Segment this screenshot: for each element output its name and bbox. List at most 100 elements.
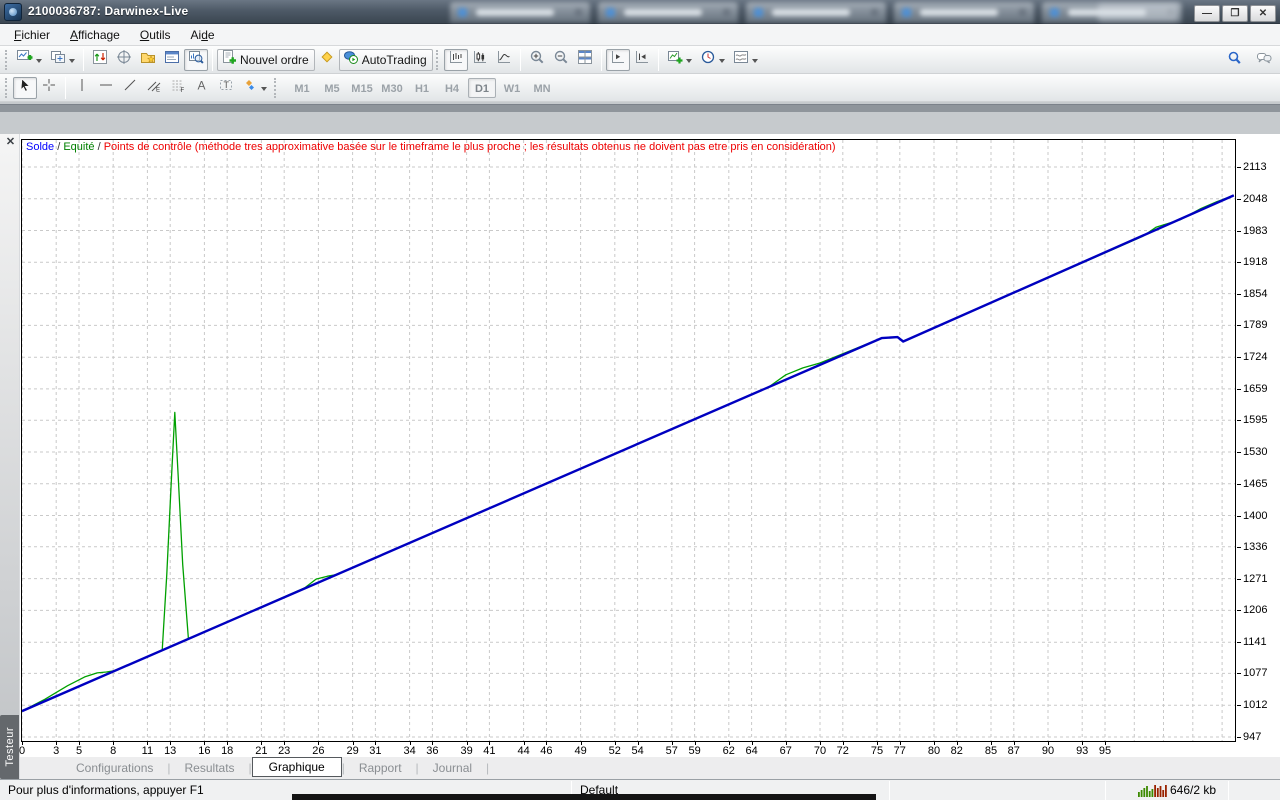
menu-item-outils[interactable]: Outils <box>130 25 181 45</box>
maximize-button[interactable]: ❐ <box>1222 5 1248 22</box>
tester-tab-journal[interactable]: Journal <box>419 759 486 777</box>
timeframe-m15[interactable]: M15 <box>348 78 376 98</box>
tester-vertical-tab[interactable]: Testeur <box>0 715 19 779</box>
shapes-button[interactable] <box>238 77 271 99</box>
close-button[interactable]: ✕ <box>1250 5 1276 22</box>
market-watch-button[interactable] <box>88 49 112 71</box>
status-separator <box>889 781 890 800</box>
toolbar-separator <box>83 49 84 71</box>
strategy-tester-button[interactable] <box>184 49 208 71</box>
toolbar-separator <box>601 49 602 71</box>
tester-tab-configurations[interactable]: Configurations <box>62 759 167 777</box>
chart-shift-button[interactable] <box>630 49 654 71</box>
x-tick-label: 3 <box>53 745 59 757</box>
zoom-out-button[interactable] <box>549 49 573 71</box>
periods-dropdown-icon[interactable] <box>719 59 725 66</box>
x-tick-label: 90 <box>1042 745 1054 757</box>
timeframe-w1[interactable]: W1 <box>498 78 526 98</box>
autotrading-button[interactable]: AutoTrading <box>339 49 433 71</box>
fibonacci-button[interactable]: F <box>166 77 190 99</box>
minimize-button[interactable]: — <box>1194 5 1220 22</box>
legend-entry: Equité <box>63 141 94 153</box>
crosshair-button[interactable] <box>37 77 61 99</box>
new-chart-dropdown-icon[interactable] <box>36 59 42 66</box>
indicators-button[interactable] <box>663 49 696 71</box>
menu-item-aide[interactable]: Aide <box>181 25 225 45</box>
menu-item-affichage[interactable]: Affichage <box>60 25 130 45</box>
tester-close-icon[interactable]: ✕ <box>4 136 17 149</box>
svg-text:F: F <box>181 88 185 93</box>
bar-chart-button[interactable] <box>444 49 468 71</box>
y-tick <box>1237 389 1241 390</box>
label-button[interactable]: T <box>214 77 238 99</box>
shapes-dropdown-icon[interactable] <box>261 87 267 94</box>
x-tick-label: 72 <box>837 745 849 757</box>
tester-graph-frame: Solde / Equité / Points de contrôle (mét… <box>21 139 1236 742</box>
y-tick <box>1237 294 1241 295</box>
x-tick-label: 31 <box>369 745 381 757</box>
cursor-button[interactable] <box>13 77 37 99</box>
periods-button[interactable] <box>696 49 729 71</box>
timeframe-m30[interactable]: M30 <box>378 78 406 98</box>
tester-tab-resultats[interactable]: Resultats <box>171 759 249 777</box>
timeframe-d1[interactable]: D1 <box>468 78 496 98</box>
blurred-tab[interactable] <box>894 2 1034 23</box>
navigator-button[interactable] <box>136 49 160 71</box>
x-tick-label: 82 <box>951 745 963 757</box>
tester-panel-left-strip <box>0 134 20 779</box>
x-tick-label: 49 <box>574 745 586 757</box>
search-button[interactable] <box>1222 49 1246 71</box>
data-window-button[interactable] <box>112 49 136 71</box>
new-order-button[interactable]: Nouvel ordre <box>217 49 315 71</box>
templates-dropdown-icon[interactable] <box>752 59 758 66</box>
auto-scroll-button[interactable] <box>606 49 630 71</box>
profiles-dropdown-icon[interactable] <box>69 59 75 66</box>
title-bar[interactable]: 2100036787: Darwinex-Live —❐✕ <box>0 0 1280 24</box>
y-tick-label: 1789 <box>1243 319 1267 331</box>
equity-line <box>22 195 1234 711</box>
vertical-line-button[interactable] <box>70 77 94 99</box>
menu-item-fichier[interactable]: Fichier <box>4 25 60 45</box>
graph-svg <box>22 140 1235 741</box>
horizontal-line-button[interactable] <box>94 77 118 99</box>
tester-tab-rapport[interactable]: Rapport <box>345 759 416 777</box>
x-tick-label: 57 <box>666 745 678 757</box>
zoom-in-button[interactable] <box>525 49 549 71</box>
new-chart-button[interactable] <box>13 49 46 71</box>
toolbar-grip[interactable] <box>436 50 439 70</box>
navigator-icon <box>140 49 156 70</box>
y-tick-label: 1983 <box>1243 225 1267 237</box>
tester-tab-bar: Configurations|Resultats|Graphique|Rappo… <box>20 757 1280 779</box>
line-chart-button[interactable] <box>492 49 516 71</box>
timeframe-mn[interactable]: MN <box>528 78 556 98</box>
tester-graph[interactable] <box>22 140 1235 741</box>
templates-button[interactable] <box>729 49 762 71</box>
metaeditor-button[interactable] <box>315 49 339 71</box>
tester-tab-graphique[interactable]: Graphique <box>252 757 342 777</box>
traffic-bars-icon <box>1138 784 1168 797</box>
toolbar-grip[interactable] <box>274 78 277 98</box>
candlestick-button[interactable] <box>468 49 492 71</box>
indicators-dropdown-icon[interactable] <box>686 59 692 66</box>
crosshair-icon <box>41 77 57 98</box>
blurred-tab[interactable] <box>598 2 738 23</box>
terminal-button[interactable] <box>160 49 184 71</box>
blurred-tab[interactable] <box>746 2 886 23</box>
timeframe-h4[interactable]: H4 <box>438 78 466 98</box>
timeframe-m1[interactable]: M1 <box>288 78 316 98</box>
toolbar-separator <box>65 77 66 99</box>
channel-button[interactable]: E <box>142 77 166 99</box>
text-button[interactable]: A <box>190 77 214 99</box>
trendline-button[interactable] <box>118 77 142 99</box>
timeframe-h1[interactable]: H1 <box>408 78 436 98</box>
toolbar-grip[interactable] <box>5 78 8 98</box>
chat-button[interactable] <box>1252 49 1276 71</box>
x-tick-label: 62 <box>723 745 735 757</box>
profiles-button[interactable] <box>46 49 79 71</box>
toolbar-grip[interactable] <box>5 50 8 70</box>
tile-windows-button[interactable] <box>573 49 597 71</box>
timeframe-m5[interactable]: M5 <box>318 78 346 98</box>
menu-bar: FichierAffichageOutilsAide <box>0 24 1280 46</box>
blurred-tab[interactable] <box>450 2 590 23</box>
y-tick <box>1237 610 1241 611</box>
